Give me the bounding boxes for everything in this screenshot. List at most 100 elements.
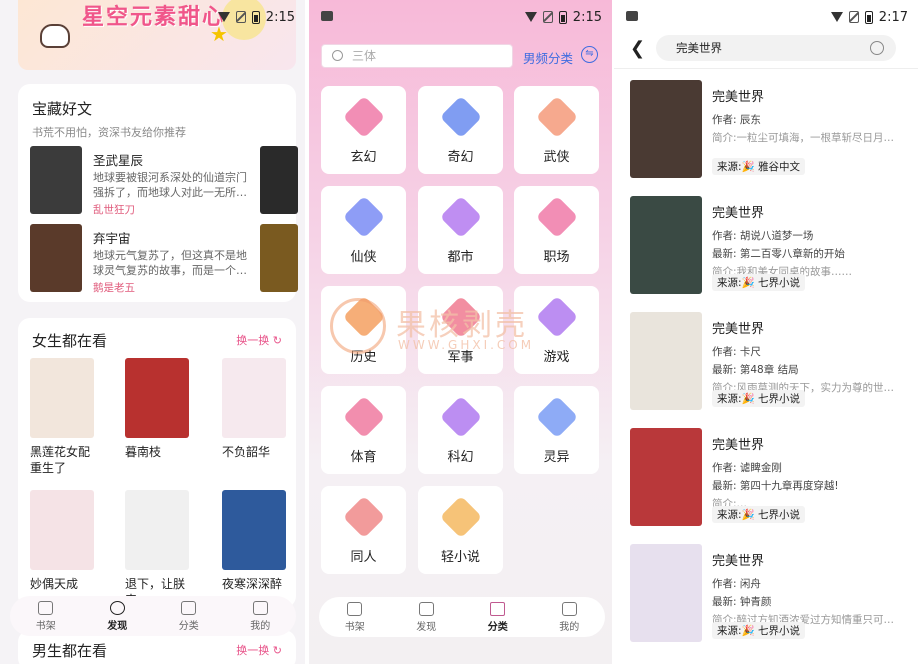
category-tile[interactable]: 武侠 (514, 86, 599, 174)
discover-screen: 星空元素甜心熊 ★ 2:15 宝藏好文 书荒不用怕，资深书友给你推荐 圣武星辰 … (0, 0, 305, 664)
result-item[interactable]: 完美世界 作者: 卡尺 最新: 第48章 结局 简介:风雨莫测的天下，实力为尊的世… 来… (630, 312, 902, 412)
book-title: 夜寒深深醉 (222, 577, 283, 591)
book-title: 不负韶华 (222, 445, 271, 459)
book-author: 作者: 谑睥金刚 (712, 462, 782, 474)
back-icon[interactable]: ❮ (630, 38, 645, 59)
category-icon (439, 495, 483, 539)
category-icon (535, 95, 579, 139)
section-title: 女生都在看 (32, 332, 108, 350)
cat-illustration (40, 24, 70, 48)
book-cover-peek[interactable] (260, 146, 298, 214)
section-subtitle: 书荒不用怕，资深书友给你推荐 (32, 126, 186, 139)
category-icon (535, 195, 579, 239)
watermark-logo (330, 298, 386, 354)
category-tile[interactable]: 体育 (321, 386, 406, 474)
category-label: 奇幻 (447, 150, 474, 165)
grid-book[interactable]: 妙偶天成 (30, 490, 94, 592)
no-sim-icon (235, 11, 246, 23)
book-cover (630, 80, 702, 178)
book-cover (222, 358, 286, 438)
wifi-icon (524, 12, 537, 22)
book-title: 完美世界 (712, 90, 765, 105)
book-title: 完美世界 (712, 438, 765, 453)
battery-icon (558, 10, 567, 24)
source-badge: 来源:🎉 七界小说 (712, 622, 805, 639)
search-input[interactable]: 完美世界 (656, 35, 896, 61)
category-tile[interactable]: 职场 (514, 186, 599, 274)
result-item[interactable]: 完美世界 作者: 闲舟 最新: 钟青颜 简介:醉过方知酒浓爱过方知情重只可… 来源:🎉 … (630, 544, 902, 644)
book-author: 作者: 卡尺 (712, 346, 761, 358)
clock: 2:17 (878, 9, 908, 25)
book-cover (125, 490, 189, 570)
book-cover (630, 196, 702, 294)
book-title: 暮南枝 (125, 445, 162, 459)
grid-book[interactable]: 黑莲花女配重生了 (30, 358, 94, 476)
book-author: 作者: 胡说八道梦一场 (712, 230, 814, 242)
result-item[interactable]: 完美世界 作者: 胡说八道梦一场 最新: 第二百零八章新的开始 简介:我和美女同桌的故… (630, 196, 902, 296)
battery-icon (251, 10, 260, 24)
search-query: 完美世界 (676, 41, 722, 55)
category-label: 灵异 (543, 450, 570, 465)
book-item[interactable]: 弃宇宙 地球元气复苏了，但这真不是地球灵气复苏的故事，而是一个… 鹅是老五 (30, 224, 258, 294)
search-results-screen: 2:17 ❮ 完美世界 完美世界 作者: 辰东 简介:一粒尘可填海，一根草斩尽日月…… (614, 0, 918, 664)
book-author: 作者: 辰东 (712, 114, 761, 126)
category-tile[interactable]: 奇幻 (418, 86, 503, 174)
status-bar: 2:15 (524, 8, 602, 26)
tab-label: 我的 (559, 621, 580, 633)
book-latest: 最新: 第四十九章再度穿越! (712, 480, 839, 492)
tab-mine[interactable]: 我的 (549, 601, 589, 633)
section-title: 宝藏好文 (32, 100, 93, 118)
status-bar: 2:15 (217, 8, 295, 26)
gender-category-toggle[interactable]: 男频分类 (523, 48, 573, 67)
grid-icon (181, 600, 197, 615)
book-title: 妙偶天成 (30, 577, 79, 591)
bottom-nav: 书架 发现 分类 我的 (319, 597, 605, 637)
tab-category[interactable]: 分类 (478, 601, 518, 633)
tab-bookshelf[interactable]: 书架 (26, 600, 66, 632)
tab-bookshelf[interactable]: 书架 (335, 601, 375, 633)
category-tile[interactable]: 轻小说 (418, 486, 503, 574)
tab-mine[interactable]: 我的 (240, 600, 280, 632)
search-icon (332, 50, 343, 61)
book-cover (30, 358, 94, 438)
source-badge: 来源:🎉 七界小说 (712, 390, 805, 407)
tab-discover[interactable]: 发现 (406, 601, 446, 633)
swap-icon[interactable]: ⇋ (581, 46, 598, 63)
search-input[interactable]: 三体 (321, 44, 513, 68)
category-tile[interactable]: 同人 (321, 486, 406, 574)
tab-label: 我的 (250, 620, 271, 632)
book-item[interactable]: 圣武星辰 地球要被银河系深处的仙道宗门强拆了，而地球人对此一无所… 乱世狂刀 (30, 146, 258, 216)
book-desc: 地球元气复苏了，但这真不是地球灵气复苏的故事，而是一个… (93, 249, 247, 277)
category-tile[interactable]: 科幻 (418, 386, 503, 474)
book-latest: 最新: 钟青颜 (712, 596, 772, 608)
grid-book[interactable]: 暮南枝 (125, 358, 189, 460)
book-cover-peek[interactable] (260, 224, 298, 292)
category-icon (439, 95, 483, 139)
tab-discover[interactable]: 发现 (97, 600, 137, 632)
result-item[interactable]: 完美世界作者: 辰东简介:一粒尘可填海，一根草斩尽日月… 来源:🎉 雅谷中文 (630, 80, 902, 180)
category-tile[interactable]: 都市 (418, 186, 503, 274)
category-icon (535, 295, 579, 339)
refresh-button[interactable]: 换一换 ↻ (236, 332, 282, 348)
category-tile[interactable]: 仙侠 (321, 186, 406, 274)
source-badge: 来源:🎉 雅谷中文 (712, 158, 805, 175)
category-icon (342, 495, 386, 539)
book-author: 乱世狂刀 (93, 204, 135, 216)
refresh-button[interactable]: 换一换 ↻ (236, 642, 282, 658)
source-badge: 来源:🎉 七界小说 (712, 506, 805, 523)
book-intro: 简介:一粒尘可填海，一根草斩尽日月… (712, 132, 895, 144)
book-cover (630, 428, 702, 526)
category-icon (439, 195, 483, 239)
wifi-icon (217, 12, 230, 22)
result-item[interactable]: 完美世界 作者: 谑睥金刚 最新: 第四十九章再度穿越! 简介:… 来源:🎉 七界小说 (630, 428, 902, 528)
tab-category[interactable]: 分类 (169, 600, 209, 632)
grid-book[interactable]: 不负韶华 (222, 358, 286, 460)
compass-icon (418, 601, 434, 616)
category-icon (439, 395, 483, 439)
book-icon (38, 600, 54, 615)
grid-book[interactable]: 退下，让朕来 (125, 490, 189, 608)
grid-book[interactable]: 夜寒深深醉 (222, 490, 286, 592)
category-tile[interactable]: 玄幻 (321, 86, 406, 174)
book-title: 弃宇宙 (93, 231, 131, 246)
category-tile[interactable]: 灵异 (514, 386, 599, 474)
